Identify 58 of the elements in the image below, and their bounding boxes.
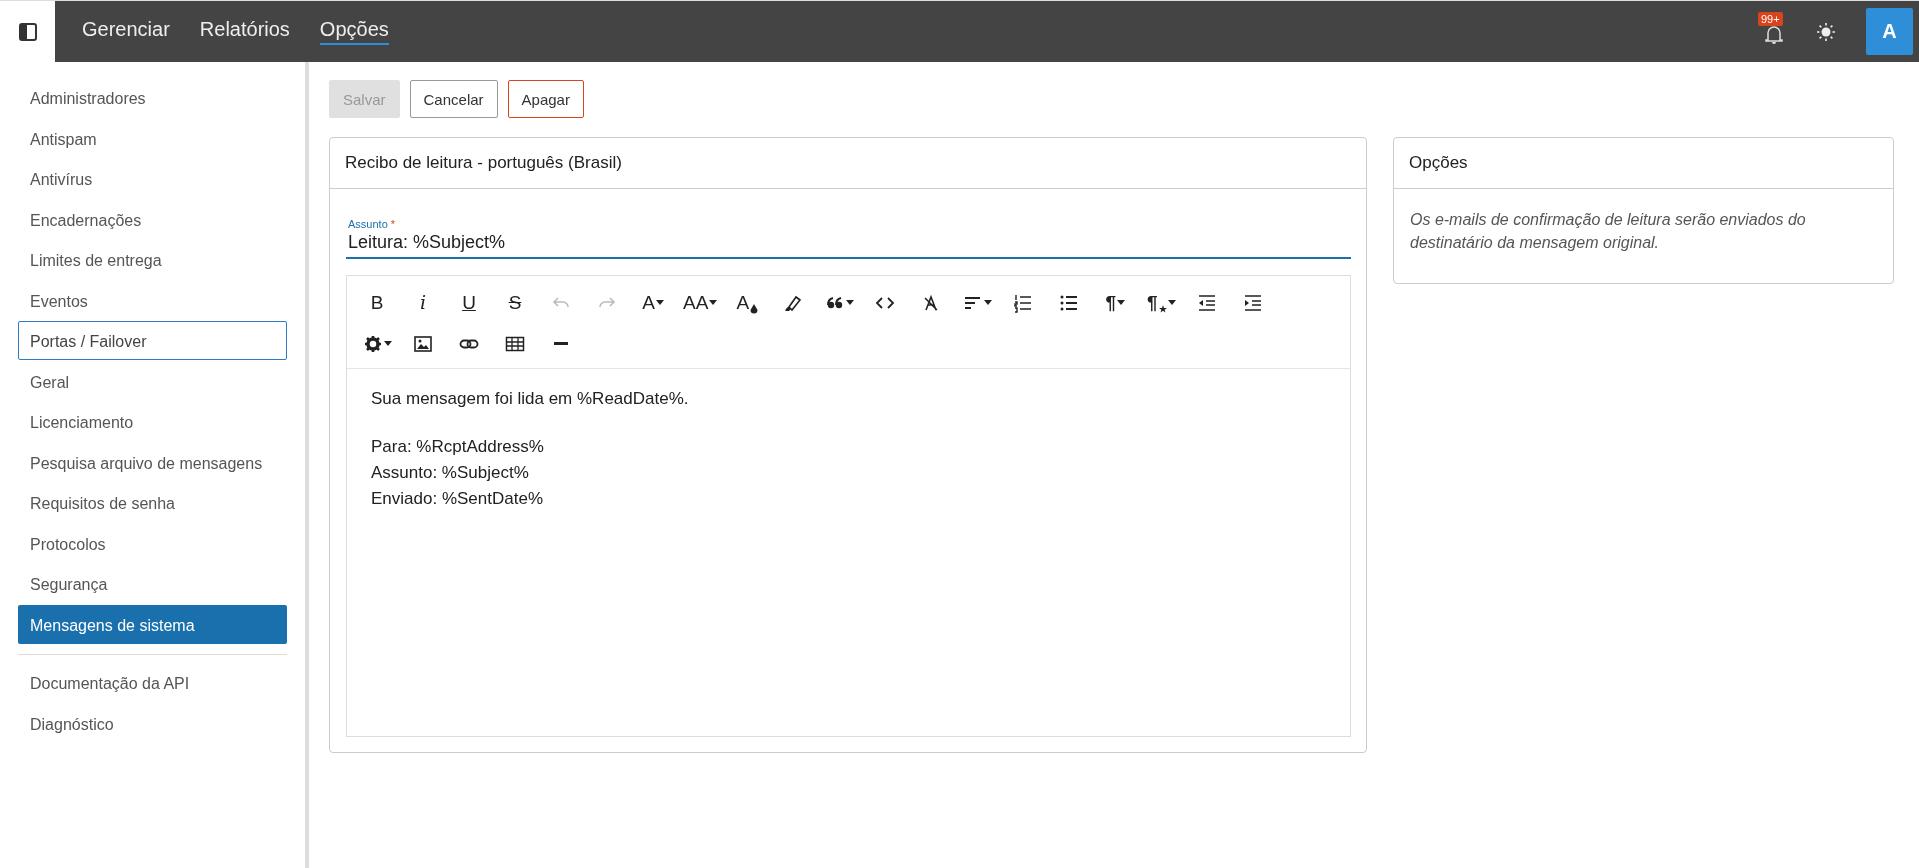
- sidebar-item[interactable]: Limites de entrega: [18, 240, 287, 279]
- sidebar-item[interactable]: Diagnóstico: [18, 703, 287, 743]
- toolbar-button[interactable]: AA: [679, 285, 722, 320]
- sun-icon[interactable]: [1816, 21, 1836, 42]
- outdent-icon: [1197, 292, 1218, 313]
- sidebar-item[interactable]: Segurança: [18, 564, 287, 603]
- message-line: Assunto: %Subject%: [371, 463, 530, 483]
- nav-tab[interactable]: Relatórios: [199, 18, 290, 45]
- caret-icon: [383, 341, 392, 346]
- sidebar-item[interactable]: Administradores: [18, 78, 287, 117]
- sidebar-item[interactable]: Pesquisa arquivo de mensagens: [18, 442, 287, 482]
- subject-input[interactable]: Leitura: %Subject%: [346, 230, 1351, 259]
- message-line: Sua mensagem foi lida em %ReadDate%.: [371, 389, 690, 409]
- required-marker: *: [390, 218, 396, 230]
- action-button[interactable]: Cancelar: [409, 80, 498, 118]
- numbered-list-icon: [1013, 292, 1034, 313]
- card-title: Recibo de leitura - português (Brasil): [345, 153, 622, 173]
- caret-icon: [845, 300, 854, 305]
- card-title: Opções: [1409, 153, 1468, 173]
- action-button[interactable]: Apagar: [507, 80, 584, 118]
- toolbar-button[interactable]: B: [357, 285, 397, 320]
- toolbar-button[interactable]: U: [449, 285, 489, 320]
- sidebar-item[interactable]: Encadernações: [18, 199, 287, 239]
- sidebar-item[interactable]: Geral: [18, 361, 287, 401]
- caret-icon: [655, 300, 664, 305]
- bell-icon[interactable]: [1764, 23, 1784, 46]
- sidebar-item[interactable]: Mensagens de sistema: [18, 604, 287, 644]
- sidebar-item[interactable]: Portas / Failover: [18, 321, 287, 360]
- toolbar-button[interactable]: S: [495, 285, 535, 320]
- sidebar-item[interactable]: Eventos: [18, 280, 287, 320]
- nav-tab[interactable]: Opções: [319, 18, 389, 45]
- notification-count: 99+: [1758, 11, 1783, 26]
- drop-icon: [750, 303, 759, 314]
- sidebar-item[interactable]: Antispam: [18, 118, 287, 158]
- star-icon: [1158, 303, 1167, 314]
- toolbar-button[interactable]: A: [727, 285, 768, 320]
- indent-icon: [1243, 292, 1264, 313]
- sidebar-item[interactable]: Requisitos de senha: [18, 483, 287, 522]
- message-line: Enviado: %SentDate%: [371, 489, 544, 509]
- message-line: Para: %RcptAddress%: [371, 437, 545, 457]
- options-note: Os e-mails de confirmação de leitura serão enviados do destinatário da mensagem original.: [1410, 210, 1807, 254]
- gear-icon: [362, 333, 383, 354]
- nav-tab[interactable]: Gerenciar: [82, 18, 170, 45]
- sidebar-toggle-icon[interactable]: [18, 22, 37, 41]
- caret-icon: [983, 300, 992, 305]
- field-label: Assunto: [348, 218, 388, 230]
- image-icon: [413, 333, 433, 354]
- caret-icon: [1117, 300, 1126, 305]
- sidebar-item[interactable]: Documentação da API: [18, 663, 287, 702]
- toolbar-button[interactable]: ¶: [1095, 285, 1136, 320]
- caret-icon: [1167, 300, 1176, 305]
- toolbar-button[interactable]: A: [633, 285, 673, 320]
- sidebar-item[interactable]: Antivírus: [18, 159, 287, 198]
- sidebar-item[interactable]: Protocolos: [18, 523, 287, 563]
- caret-icon: [709, 300, 718, 305]
- toolbar-button[interactable]: i: [403, 285, 443, 320]
- sidebar-item[interactable]: Licenciamento: [18, 402, 287, 441]
- toolbar-button[interactable]: ¶: [1141, 285, 1182, 320]
